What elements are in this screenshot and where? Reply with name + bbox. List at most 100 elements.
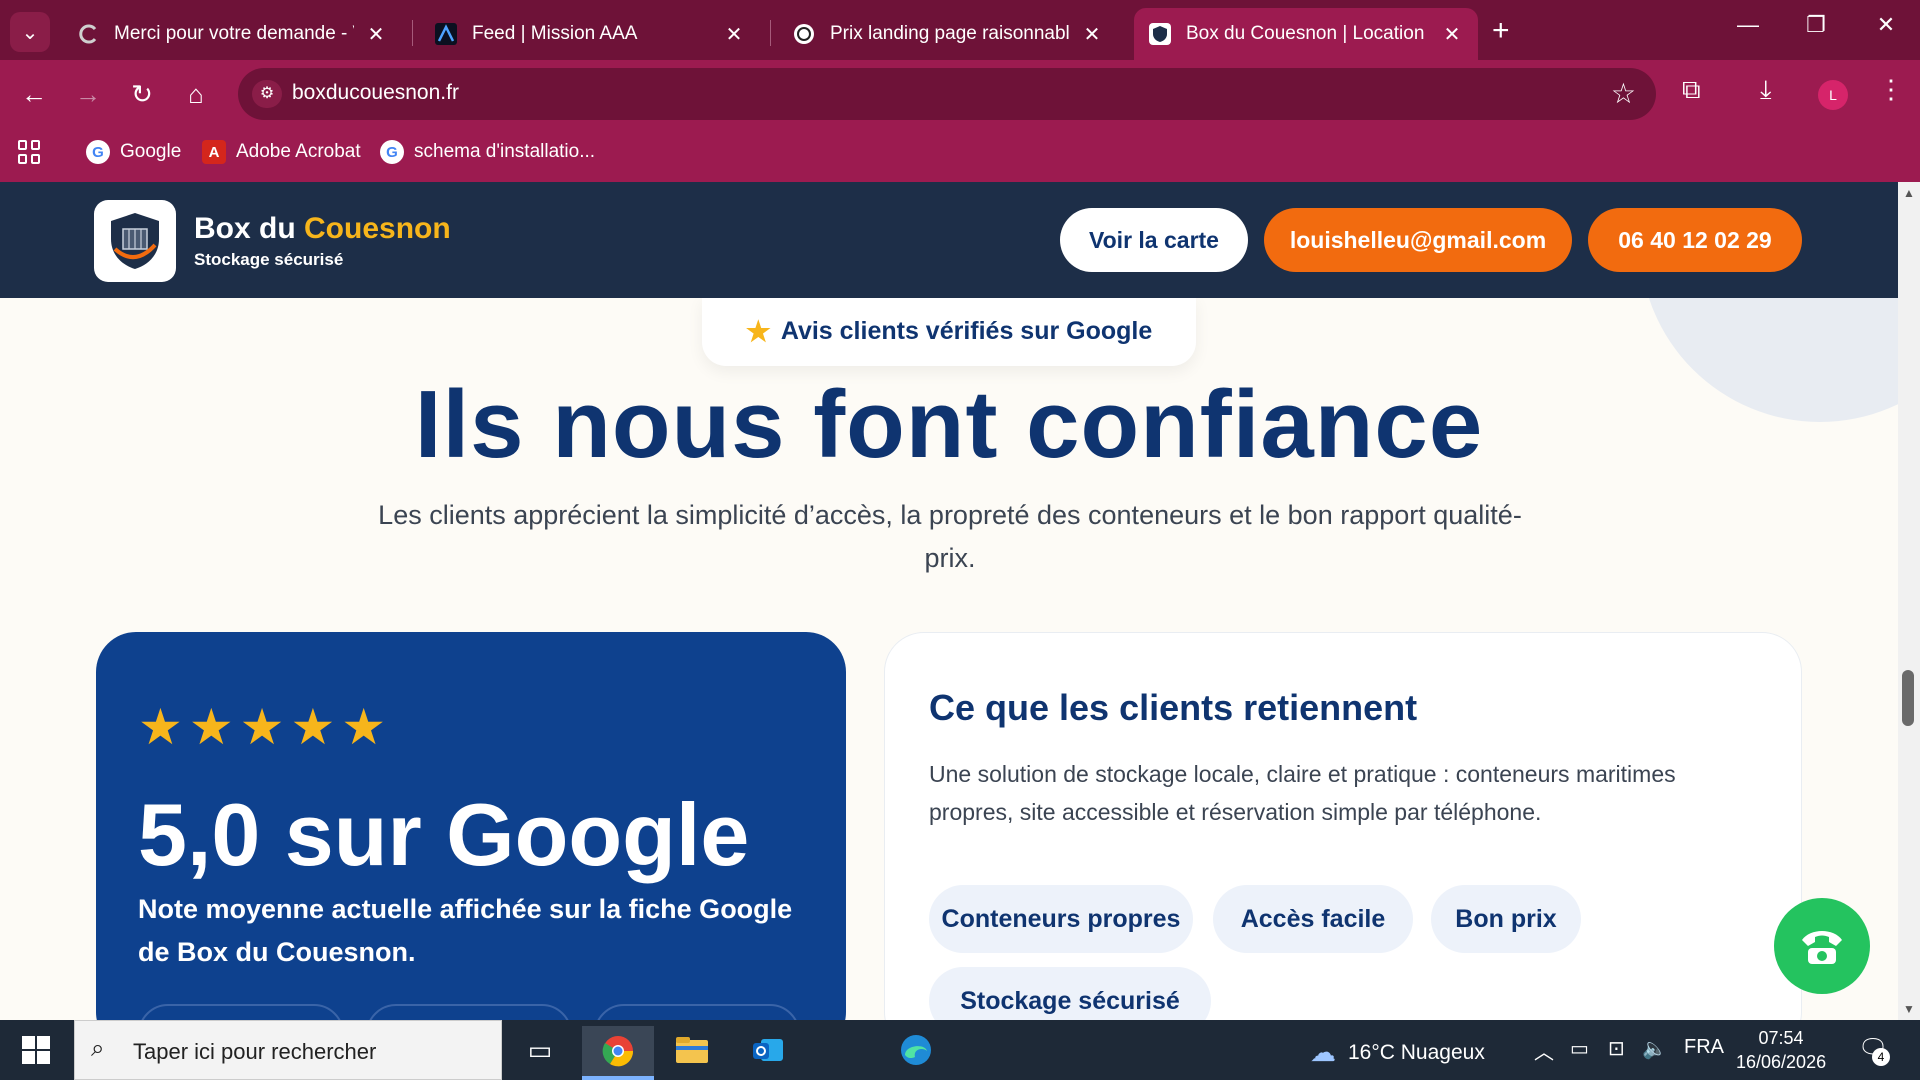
notification-count: 4 xyxy=(1872,1048,1890,1066)
tab-title: Feed | Mission AAA xyxy=(472,23,638,44)
volume-icon[interactable]: 🔈 xyxy=(1642,1036,1667,1061)
close-tab-icon[interactable]: ✕ xyxy=(1080,22,1104,47)
phone-button[interactable]: 06 40 12 02 29 xyxy=(1588,208,1802,272)
weather-widget[interactable]: ☁ 16°C Nuageux xyxy=(1310,1037,1485,1068)
url-text[interactable]: boxducouesnon.fr xyxy=(292,81,459,105)
system-clock[interactable]: 07:54 16/06/2026 xyxy=(1736,1026,1826,1074)
close-window-icon[interactable]: ✕ xyxy=(1866,12,1906,38)
close-tab-icon[interactable]: ✕ xyxy=(364,22,388,47)
google-rating-card: ★★★★★ 5,0 sur Google Note moyenne actuel… xyxy=(96,632,846,1020)
brand-name[interactable]: Box du Couesnon xyxy=(194,212,451,246)
tab-strip: ⌄ Merci pour votre demande - Ve ✕ Feed |… xyxy=(0,0,1920,60)
restore-icon[interactable]: ❐ xyxy=(1796,12,1836,38)
tab-merci[interactable]: Merci pour votre demande - Ve ✕ xyxy=(62,8,402,60)
clock-time: 07:54 xyxy=(1758,1028,1804,1048)
tab-box-du-couesnon[interactable]: Box du Couesnon | Location de ✕ xyxy=(1134,8,1478,60)
highlight-tag: Bon prix xyxy=(1431,885,1581,953)
highlights-text: Une solution de stockage locale, claire … xyxy=(929,761,1676,825)
page-scrollbar[interactable] xyxy=(1898,182,1920,1020)
card-stat-pill xyxy=(594,1004,800,1020)
brand-main: Box du xyxy=(194,212,296,245)
network-icon[interactable]: ⊡ xyxy=(1608,1036,1625,1061)
download-icon[interactable]: ⤓ xyxy=(1760,74,1772,106)
tab-title: Merci pour votre demande - Ve xyxy=(114,23,354,44)
tab-prix[interactable]: Prix landing page raisonnable ✕ xyxy=(778,8,1118,60)
bookmark-google[interactable]: G Google xyxy=(86,140,181,164)
email-button[interactable]: louishelleu@gmail.com xyxy=(1264,208,1572,272)
home-icon[interactable]: ⌂ xyxy=(178,76,214,112)
rating-value: 5,0 sur Google xyxy=(138,785,750,884)
search-placeholder: Taper ici pour rechercher xyxy=(133,1039,377,1064)
scroll-down-arrow-icon[interactable]: ▼ xyxy=(1900,1002,1918,1016)
language-indicator[interactable]: FRA xyxy=(1684,1036,1724,1059)
tab-title: Prix landing page raisonnable xyxy=(830,23,1070,44)
scrollbar-thumb[interactable] xyxy=(1902,670,1914,726)
bookmark-label: Google xyxy=(120,141,182,162)
clock-date: 16/06/2026 xyxy=(1736,1052,1827,1072)
rating-note: Note moyenne actuelle affichée sur la fi… xyxy=(138,894,793,967)
highlight-tag: Accès facile xyxy=(1213,885,1413,953)
badge-text: Avis clients vérifiés sur Google xyxy=(780,316,1153,345)
rating-stars: ★★★★★ xyxy=(138,699,393,755)
tab-title: Box du Couesnon | Location de xyxy=(1186,23,1430,44)
tab-separator xyxy=(412,20,413,46)
battery-icon[interactable]: ▭ xyxy=(1570,1036,1589,1061)
map-button[interactable]: Voir la carte xyxy=(1060,208,1248,272)
tray-chevron-up-icon[interactable]: ︿ xyxy=(1534,1036,1554,1065)
edge-icon[interactable] xyxy=(888,1028,944,1072)
tab-separator xyxy=(770,20,771,46)
os-taskbar: ⌕ Taper ici pour rechercher ▭ ☁ 16°C Nua… xyxy=(0,1020,1920,1080)
shield-site-icon xyxy=(1148,22,1172,46)
loading-arc-icon xyxy=(76,22,100,46)
tab-feed[interactable]: Feed | Mission AAA ✕ xyxy=(420,8,760,60)
notification-center-icon[interactable]: 🗨 4 xyxy=(1858,1034,1890,1066)
bookmark-label: Adobe Acrobat xyxy=(236,141,361,162)
scroll-up-arrow-icon[interactable]: ▲ xyxy=(1900,186,1918,200)
close-tab-icon[interactable]: ✕ xyxy=(1440,22,1464,47)
mission-aaa-icon xyxy=(434,22,458,46)
new-tab-button[interactable]: + xyxy=(1492,14,1510,48)
call-fab-button[interactable] xyxy=(1774,898,1870,994)
taskbar-search[interactable]: ⌕ Taper ici pour rechercher xyxy=(74,1020,502,1080)
profile-avatar[interactable]: L xyxy=(1818,80,1848,110)
tab-search-button[interactable]: ⌄ xyxy=(10,12,50,52)
highlights-title: Ce que les clients retiennent xyxy=(929,687,1418,728)
weather-text: 16°C Nuageux xyxy=(1348,1040,1485,1064)
extensions-icon[interactable]: ⧉ xyxy=(1682,74,1701,106)
file-explorer-icon[interactable] xyxy=(664,1028,720,1072)
bookmark-schema[interactable]: G schema d'installatio... xyxy=(380,140,595,164)
chatgpt-icon xyxy=(792,22,816,46)
star-icon: ★ xyxy=(745,315,771,347)
browser-toolbar: ← → ↻ ⌂ ⚙ boxducouesnon.fr ☆ ⧉ ⤓ ⋮ xyxy=(0,60,1920,128)
brand-accent: Couesnon xyxy=(304,212,451,245)
outlook-icon[interactable] xyxy=(740,1028,796,1072)
address-bar[interactable]: ⚙ boxducouesnon.fr ☆ xyxy=(238,68,1656,120)
shield-logo-icon xyxy=(111,213,159,269)
forward-arrow-icon[interactable]: → xyxy=(70,76,106,112)
close-tab-icon[interactable]: ✕ xyxy=(722,22,746,47)
cloud-icon: ☁ xyxy=(1310,1037,1336,1067)
windows-start-icon[interactable] xyxy=(22,1036,50,1064)
highlight-tag: Conteneurs propres xyxy=(929,885,1193,953)
site-info-icon[interactable]: ⚙ xyxy=(252,80,282,108)
bookmark-star-icon[interactable]: ☆ xyxy=(1611,77,1636,110)
page-viewport: Box du Couesnon Stockage sécurisé Voir l… xyxy=(0,182,1920,1020)
highlight-tag: Stockage sécurisé xyxy=(929,967,1211,1020)
site-header: Box du Couesnon Stockage sécurisé Voir l… xyxy=(0,182,1898,298)
acrobat-icon: A xyxy=(202,140,226,164)
task-view-icon[interactable]: ▭ xyxy=(512,1028,568,1072)
section-headline: Ils nous font confiance xyxy=(414,371,1484,478)
minimize-icon[interactable]: — xyxy=(1728,12,1768,38)
bookmarks-bar: G Google A Adobe Acrobat G schema d'inst… xyxy=(0,128,1920,182)
brand-tagline: Stockage sécurisé xyxy=(194,250,344,269)
section-subtext: Les clients apprécient la simplicité d’a… xyxy=(378,500,1522,573)
site-logo[interactable] xyxy=(94,200,176,282)
phone-icon xyxy=(1802,931,1842,964)
chrome-taskbar-icon[interactable] xyxy=(582,1026,654,1080)
bookmark-acrobat[interactable]: A Adobe Acrobat xyxy=(202,140,361,164)
menu-kebab-icon[interactable]: ⋮ xyxy=(1878,74,1904,105)
apps-grid-icon[interactable] xyxy=(18,140,42,164)
reload-icon[interactable]: ↻ xyxy=(124,76,160,112)
card-stat-pill xyxy=(366,1004,572,1020)
back-arrow-icon[interactable]: ← xyxy=(16,76,52,112)
